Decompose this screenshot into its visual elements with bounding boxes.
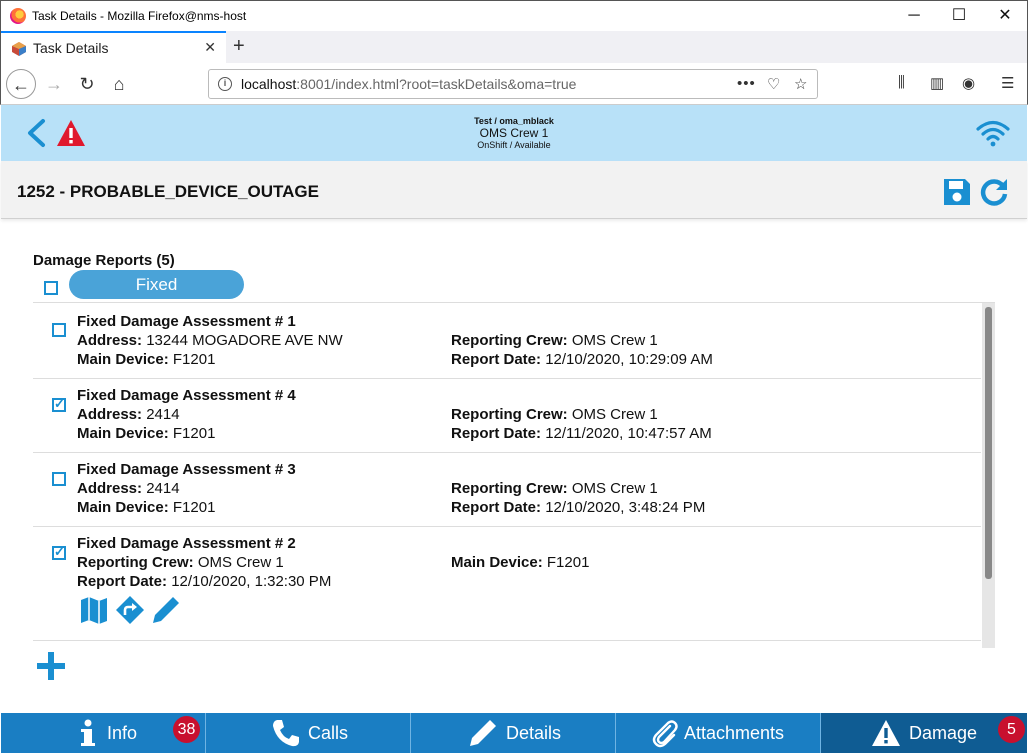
navigation-bar: ← → ↻ ⌂ i localhost:8001/index.html?root… [0,63,1028,105]
home-button[interactable]: ⌂ [104,69,134,99]
reload-button[interactable]: ↻ [72,69,102,99]
save-icon[interactable] [942,177,972,207]
damage-report-list: Fixed Damage Assessment # 1 Address: 132… [33,302,995,648]
damage-reports-title: Damage Reports (5) [33,252,175,269]
report-main-device: F1201 [172,351,216,368]
paperclip-icon [652,720,678,748]
report-address: 2414 [146,480,180,497]
forward-button[interactable]: → [39,69,69,99]
info-icon [81,719,95,746]
edit-pencil-icon[interactable] [151,595,181,625]
list-scrollbar-thumb[interactable] [985,307,992,579]
damage-report-row[interactable]: Fixed Damage Assessment # 4 Address: 241… [33,379,981,453]
info-badge: 38 [173,716,200,743]
phone-icon [273,720,299,747]
report-title: Fixed Damage Assessment # 2 [77,535,296,552]
bottom-tab-bar: Info 38 Calls Details Attachments Damage… [1,713,1027,753]
new-tab-button[interactable]: + [233,35,245,58]
browser-tab[interactable]: Task Details ✕ [1,31,226,63]
report-crew: OMS Crew 1 [571,480,658,497]
account-icon[interactable]: ◉ [962,74,975,92]
report-address: 13244 MOGADORE AVE NW [146,332,343,349]
fixed-filter-button[interactable]: Fixed [69,270,244,299]
app-header: Test / oma_mblack OMS Crew 1 OnShift / A… [1,105,1027,161]
bookmark-star-icon[interactable]: ☆ [794,75,807,93]
report-date: 12/10/2020, 10:29:09 AM [545,351,713,368]
report-main-device: F1201 [172,499,216,516]
maximize-button[interactable]: ☐ [936,5,982,27]
firefox-icon [10,8,26,24]
library-icon[interactable]: ⫼ [898,74,905,91]
tab-details-label: Details [506,723,562,743]
tab-calls-label: Calls [308,723,349,743]
report-main-device: F1201 [546,554,590,571]
tab-info-label: Info [107,723,138,743]
tab-attachments-label: Attachments [684,723,785,743]
directions-icon[interactable] [115,595,145,625]
damage-report-row[interactable]: Fixed Damage Assessment # 2 Reporting Cr… [33,527,981,641]
warning-icon [872,720,900,746]
report-date: 12/11/2020, 10:47:57 AM [545,425,712,442]
pocket-icon[interactable]: ♡ [767,75,780,93]
page-actions-icon[interactable]: ••• [737,75,756,92]
crew-status: Test / oma_mblack OMS Crew 1 OnShift / A… [1,115,1027,151]
pencil-icon [470,720,496,746]
tab-info[interactable]: Info 38 [1,713,206,753]
tab-details[interactable]: Details [411,713,616,753]
add-damage-report-icon[interactable] [36,651,66,681]
url-text[interactable]: localhost:8001/index.html?root=taskDetai… [241,76,576,92]
tab-title: Task Details [33,40,109,56]
row-checkbox[interactable] [52,396,66,412]
site-info-icon[interactable]: i [218,77,232,91]
refresh-icon[interactable] [979,177,1009,207]
wifi-icon [976,120,1010,147]
tab-damage[interactable]: Damage 5 [821,713,1027,753]
status-label: OnShift / Available [477,140,551,150]
tab-calls[interactable]: Calls [206,713,411,753]
report-date: 12/10/2020, 1:32:30 PM [171,573,332,590]
sidebar-icon[interactable]: ▥ [930,74,944,92]
window-title: Task Details - Mozilla Firefox@nms-host [32,9,247,23]
window-titlebar: Task Details - Mozilla Firefox@nms-host … [0,0,1028,31]
report-crew: OMS Crew 1 [571,406,658,423]
report-date: 12/10/2020, 3:48:24 PM [545,499,706,516]
report-main-device: F1201 [172,425,216,442]
report-crew: OMS Crew 1 [197,554,284,571]
back-button[interactable]: ← [6,69,36,99]
report-title: Fixed Damage Assessment # 4 [77,387,296,404]
row-checkbox[interactable] [52,544,66,560]
report-address: 2414 [146,406,180,423]
tab-strip: Task Details ✕ + [0,31,1028,63]
row-checkbox[interactable] [52,472,66,486]
report-title: Fixed Damage Assessment # 1 [77,313,296,330]
tab-damage-label: Damage [909,723,978,743]
select-all-checkbox[interactable] [44,281,58,295]
damage-badge: 5 [998,716,1025,743]
report-title: Fixed Damage Assessment # 3 [77,461,296,478]
menu-icon[interactable]: ☰ [1001,74,1014,92]
url-bar[interactable]: i localhost:8001/index.html?root=taskDet… [208,69,818,99]
task-title: 1252 - PROBABLE_DEVICE_OUTAGE [17,182,319,201]
report-crew: OMS Crew 1 [571,332,658,349]
close-window-button[interactable]: ✕ [982,5,1028,27]
minimize-button[interactable]: ─ [891,5,937,27]
row-checkbox[interactable] [52,323,66,337]
task-bar: 1252 - PROBABLE_DEVICE_OUTAGE [1,161,1027,219]
app-favicon-icon [12,42,26,56]
crew-label: OMS Crew 1 [479,126,549,140]
damage-report-row[interactable]: Fixed Damage Assessment # 1 Address: 132… [33,303,981,379]
map-icon[interactable] [79,595,109,625]
damage-report-row[interactable]: Fixed Damage Assessment # 3 Address: 241… [33,453,981,527]
close-tab-icon[interactable]: ✕ [204,39,216,56]
tab-attachments[interactable]: Attachments [616,713,821,753]
